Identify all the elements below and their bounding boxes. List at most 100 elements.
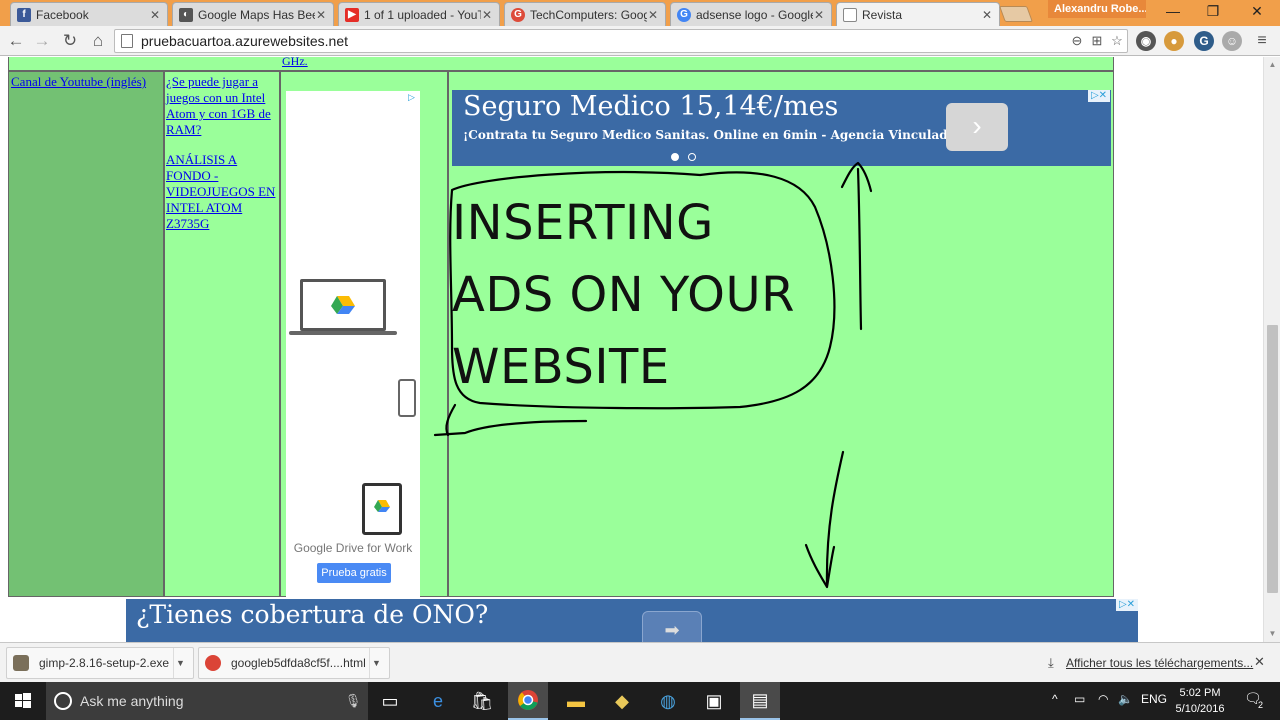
file-explorer-icon[interactable]: ▬ (556, 682, 596, 720)
chevron-down-icon[interactable]: ▼ (173, 648, 187, 678)
cortana-search[interactable]: Ask me anything 🎙 (46, 682, 368, 720)
ad-subtitle: ¡Contrata tu Seguro Medico Sanitas. Onli… (463, 128, 968, 142)
browser-globe-icon[interactable]: ◍ (648, 682, 688, 720)
ad-title[interactable]: ¿Tienes cobertura de ONO? (136, 599, 488, 631)
adchoices-icon[interactable]: ▷✕ (1088, 90, 1110, 102)
scroll-down-icon[interactable]: ▼ (1264, 626, 1280, 642)
back-icon[interactable]: ← (4, 29, 28, 53)
scrollbar-thumb[interactable] (1267, 325, 1278, 593)
laptop-illustration (300, 279, 386, 331)
page-icon (121, 34, 133, 48)
chevron-up-icon[interactable]: ^ (1052, 692, 1058, 706)
translate-icon[interactable]: ⊞ (1087, 33, 1107, 49)
ono-ad[interactable]: ¿Tienes cobertura de ONO? ➡ (126, 599, 1138, 642)
clock-time: 5:02 PM (1179, 687, 1221, 699)
download-icon: ⤓ (1048, 655, 1054, 670)
article-link[interactable]: ANÁLISIS A FONDO - VIDEOJUEGOS EN INTEL … (166, 152, 278, 232)
drawn-annotation-text: INSERTING ADS ON YOUR WEBSITE (452, 187, 832, 403)
try-free-button[interactable]: Prueba gratis (317, 563, 391, 583)
address-bar[interactable]: pruebacuartoa.azurewebsites.net ⊖ ⊞ ☆ (114, 29, 1128, 53)
annotation-line: INSERTING (452, 195, 714, 251)
download-item[interactable]: googleb5dfda8cf5f....html ▼ (198, 647, 390, 679)
google-drive-icon (331, 296, 355, 314)
zoom-icon[interactable]: ⊖ (1067, 33, 1087, 49)
scroll-up-icon[interactable]: ▲ (1264, 57, 1280, 73)
close-icon[interactable]: ✕ (647, 8, 659, 22)
google-plus-icon: G (511, 7, 525, 22)
show-all-downloads-link[interactable]: Afficher tous les téléchargements... (1066, 656, 1253, 670)
close-icon[interactable]: ✕ (981, 8, 993, 22)
profile-name[interactable]: Alexandru Robe... (1048, 0, 1146, 18)
bookmark-star-icon[interactable]: ☆ (1107, 33, 1127, 49)
tab-google-maps[interactable]: ◐ Google Maps Has Been ✕ (172, 2, 334, 26)
store-icon[interactable]: 🛍 (462, 682, 502, 720)
youtube-channel-link[interactable]: Canal de Youtube (inglés) (11, 74, 146, 89)
tab-adsense-logo[interactable]: G adsense logo - Google ✕ (670, 2, 832, 26)
carousel-dot[interactable] (671, 153, 679, 161)
adchoices-icon[interactable]: ▷ (408, 92, 418, 102)
tab-revista[interactable]: Revista ✕ (836, 2, 1000, 26)
ad-next-button[interactable]: ➡ (642, 611, 702, 642)
close-window-icon[interactable]: ✕ (1238, 0, 1276, 22)
chevron-down-icon[interactable]: ▼ (369, 648, 383, 678)
volume-icon[interactable]: 🔈 (1118, 692, 1133, 706)
tab-techcomputers[interactable]: G TechComputers: Googl ✕ (504, 2, 666, 26)
language-indicator[interactable]: ENG (1141, 692, 1167, 706)
search-placeholder[interactable]: Ask me anything (80, 693, 338, 709)
recorder-icon[interactable]: ▤ (740, 682, 780, 720)
user-icon[interactable]: ☺ (1222, 31, 1242, 51)
google-drive-icon (374, 500, 390, 512)
chrome-logo (518, 690, 538, 710)
tab-youtube[interactable]: ▶ 1 of 1 uploaded - YouT ✕ (338, 2, 500, 26)
clock-date: 5/10/2016 (1175, 703, 1225, 715)
gimp-icon (13, 655, 29, 671)
chrome-icon[interactable] (508, 682, 548, 720)
table-row (8, 57, 1114, 71)
adchoices-icon[interactable]: ▷✕ (1116, 599, 1138, 611)
ad-title[interactable]: Seguro Medico 15,14€/mes (463, 90, 838, 124)
minimize-icon[interactable]: — (1154, 0, 1192, 22)
task-view-icon[interactable]: ▭ (370, 682, 410, 720)
carousel-dot[interactable] (688, 153, 696, 161)
close-icon[interactable]: ✕ (813, 8, 825, 22)
close-icon[interactable]: ✕ (149, 8, 161, 22)
article-link[interactable]: ¿Se puede jugar a juegos con un Intel At… (166, 74, 278, 138)
extension-icon[interactable]: ◉ (1136, 31, 1156, 51)
microphone-icon[interactable]: 🎙 (338, 693, 368, 709)
wifi-icon[interactable]: ◠ (1098, 692, 1108, 706)
site-icon: ◐ (179, 7, 193, 22)
browser-toolbar: ← → ↻ ⌂ pruebacuartoa.azurewebsites.net … (0, 26, 1280, 56)
tab-title: Google Maps Has Been (198, 7, 315, 22)
tab-title: adsense logo - Google (696, 7, 813, 22)
menu-icon[interactable]: ≡ (1252, 31, 1272, 51)
tab-facebook[interactable]: f Facebook ✕ (10, 2, 168, 26)
ad-next-button[interactable]: › (946, 103, 1008, 151)
camtasia-icon[interactable]: ▣ (694, 682, 734, 720)
url-text[interactable]: pruebacuartoa.azurewebsites.net (141, 33, 1067, 49)
battery-icon[interactable]: ▭ (1074, 692, 1085, 706)
forward-icon[interactable]: → (30, 29, 54, 53)
folder-icon[interactable]: ◆ (602, 682, 642, 720)
close-icon[interactable]: ✕ (315, 8, 327, 22)
windows-taskbar: Ask me anything 🎙 ▭ e 🛍 ▬ ◆ ◍ ▣ ▤ ^ ▭ ◠ … (0, 682, 1280, 720)
start-button[interactable] (0, 682, 46, 720)
tab-strip: f Facebook ✕ ◐ Google Maps Has Been ✕ ▶ … (0, 0, 1280, 26)
clock[interactable]: 5:02 PM 5/10/2016 (1166, 685, 1234, 717)
cookie-icon[interactable]: ● (1164, 31, 1184, 51)
ghz-link[interactable]: GHz. (282, 57, 308, 69)
chrome-icon (205, 655, 221, 671)
vertical-scrollbar[interactable]: ▲ ▼ (1263, 57, 1280, 642)
extension-icon[interactable]: G (1194, 31, 1214, 51)
cortana-icon (54, 692, 72, 710)
home-icon[interactable]: ⌂ (86, 29, 110, 53)
seguro-medico-ad[interactable]: Seguro Medico 15,14€/mes ¡Contrata tu Se… (452, 90, 1111, 166)
facebook-icon: f (17, 7, 31, 22)
edge-icon[interactable]: e (418, 682, 458, 720)
close-icon[interactable]: ✕ (481, 8, 493, 22)
restore-icon[interactable]: ❐ (1194, 0, 1232, 22)
reload-icon[interactable]: ↻ (58, 29, 82, 53)
google-drive-ad[interactable]: ▷ Google Drive for Work Prueba gratis (286, 91, 420, 598)
new-tab-button[interactable] (999, 6, 1033, 22)
close-icon[interactable]: ✕ (1254, 654, 1265, 670)
download-item[interactable]: gimp-2.8.16-setup-2.exe ▼ (6, 647, 194, 679)
